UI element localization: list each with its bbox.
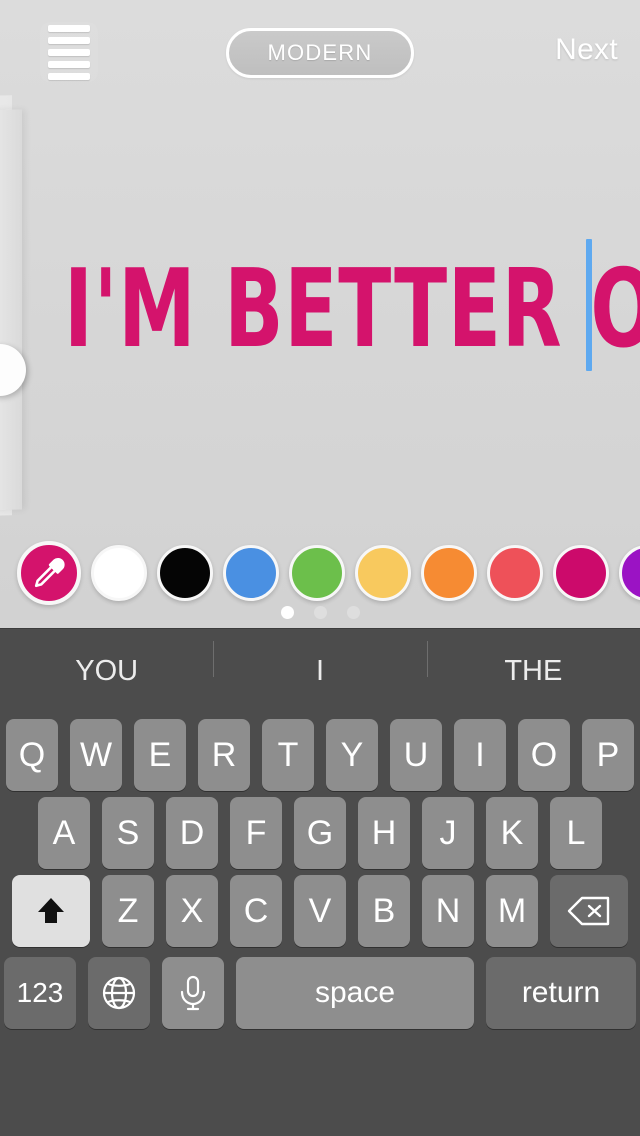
key-g[interactable]: G <box>294 797 346 869</box>
key-p[interactable]: P <box>582 719 634 791</box>
backspace-icon <box>567 896 610 926</box>
color-swatch-green[interactable] <box>289 545 345 601</box>
color-palette-bar <box>0 538 640 628</box>
key-v[interactable]: V <box>294 875 346 947</box>
next-button[interactable]: Next <box>555 33 618 67</box>
color-swatch-yellow[interactable] <box>355 545 411 601</box>
style-selector-label: MODERN <box>267 40 373 65</box>
page-dot-3[interactable] <box>346 606 360 619</box>
suggestion-item-1[interactable]: YOU <box>0 655 213 688</box>
menu-bar-4 <box>48 60 90 68</box>
key-d[interactable]: D <box>166 797 218 869</box>
menu-bar-3 <box>48 48 90 56</box>
on-screen-keyboard: YOU I THE Q W E R T Y U I O P A S D F G … <box>0 628 640 1136</box>
color-swatch-orange[interactable] <box>421 545 477 601</box>
space-key[interactable]: space <box>236 957 474 1029</box>
key-o[interactable]: O <box>518 719 570 791</box>
key-b[interactable]: B <box>358 875 410 947</box>
key-j[interactable]: J <box>422 797 474 869</box>
menu-bar-5 <box>48 72 90 80</box>
numeric-key[interactable]: 123 <box>4 957 76 1029</box>
keyboard-row-1: Q W E R T Y U I O P <box>0 719 640 791</box>
key-e[interactable]: E <box>134 719 186 791</box>
style-selector-button[interactable]: MODERN <box>226 28 414 78</box>
menu-bar-1 <box>48 24 90 32</box>
suggestion-item-2[interactable]: I <box>213 640 426 688</box>
key-w[interactable]: W <box>70 719 122 791</box>
headline-text[interactable]: I'M BETTER ON <box>64 256 640 364</box>
key-s[interactable]: S <box>102 797 154 869</box>
eyedropper-tool[interactable] <box>17 541 81 605</box>
key-m[interactable]: M <box>486 875 538 947</box>
key-x[interactable]: X <box>166 875 218 947</box>
keyboard-row-2: A S D F G H J K L <box>0 797 640 869</box>
key-t[interactable]: T <box>262 719 314 791</box>
page-dot-2[interactable] <box>313 606 327 619</box>
suggestion-item-3[interactable]: THE <box>426 640 640 688</box>
key-k[interactable]: K <box>486 797 538 869</box>
key-h[interactable]: H <box>358 797 410 869</box>
top-toolbar: MODERN Next <box>0 0 640 104</box>
color-swatch-blue[interactable] <box>223 545 279 601</box>
text-caret <box>586 239 592 371</box>
key-q[interactable]: Q <box>6 719 58 791</box>
color-swatch-white[interactable] <box>91 545 147 601</box>
delete-key[interactable] <box>550 875 628 947</box>
key-u[interactable]: U <box>390 719 442 791</box>
key-a[interactable]: A <box>38 797 90 869</box>
globe-key[interactable] <box>88 957 150 1029</box>
app-root: I'M BETTER ON MODERN Next <box>0 0 640 1136</box>
globe-icon <box>102 976 136 1010</box>
key-n[interactable]: N <box>422 875 474 947</box>
shift-arrow-icon <box>38 898 64 923</box>
color-swatch-black[interactable] <box>157 545 213 601</box>
hamburger-menu-icon[interactable] <box>40 22 98 82</box>
key-y[interactable]: Y <box>326 719 378 791</box>
color-swatch-red[interactable] <box>487 545 543 601</box>
keyboard-row-4: 123 space return <box>0 957 640 1029</box>
microphone-icon <box>180 975 206 1011</box>
dictation-key[interactable] <box>162 957 224 1029</box>
eyedropper-icon <box>34 557 65 588</box>
key-i[interactable]: I <box>454 719 506 791</box>
return-key[interactable]: return <box>486 957 636 1029</box>
key-c[interactable]: C <box>230 875 282 947</box>
headline-container[interactable]: I'M BETTER ON <box>0 240 640 380</box>
key-f[interactable]: F <box>230 797 282 869</box>
key-z[interactable]: Z <box>102 875 154 947</box>
color-swatch-purple[interactable] <box>619 545 640 601</box>
keyboard-row-3: Z X C V B N M <box>0 875 640 947</box>
key-r[interactable]: R <box>198 719 250 791</box>
color-swatch-row[interactable] <box>0 538 640 608</box>
page-dot-1[interactable] <box>280 606 294 619</box>
predictive-suggestion-bar: YOU I THE <box>0 629 640 713</box>
key-l[interactable]: L <box>550 797 602 869</box>
menu-bar-2 <box>48 36 90 44</box>
color-swatch-magenta[interactable] <box>553 545 609 601</box>
shift-key[interactable] <box>12 875 90 947</box>
palette-page-dots <box>0 606 640 619</box>
